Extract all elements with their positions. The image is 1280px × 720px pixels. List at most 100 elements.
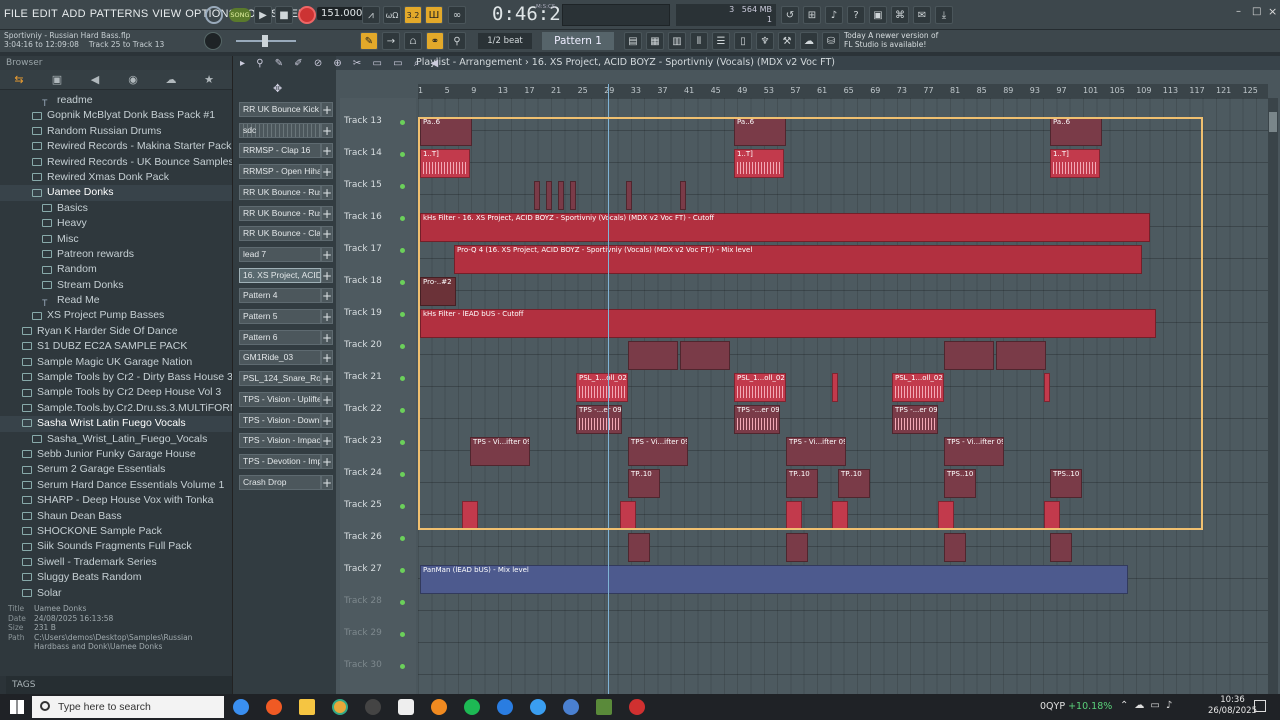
picker-header-icon[interactable]: ✥ (273, 82, 282, 95)
brave-icon[interactable] (266, 699, 282, 715)
plugin-icon[interactable]: ⌘ (891, 6, 909, 24)
playlist-clip[interactable] (620, 501, 636, 530)
pattern-item[interactable]: lead 7 (239, 246, 321, 262)
track-mute-led[interactable] (400, 408, 405, 413)
playlist-clip[interactable] (626, 181, 632, 210)
cortana-icon[interactable] (233, 699, 249, 715)
playlist-clip[interactable] (628, 533, 650, 562)
file-explorer-icon[interactable] (299, 699, 315, 715)
pattern-item[interactable]: 16. XS Project, ACID B... (239, 267, 321, 283)
playlist-clip[interactable]: Pro-Q 4 (16. XS Project, ACID BOYZ - Spo… (454, 245, 1142, 274)
folder-item[interactable]: Sasha Wrist Latin Fuego Vocals (0, 416, 232, 432)
track-mute-led[interactable] (400, 472, 405, 477)
pattern-item[interactable]: Pattern 6 (239, 329, 321, 345)
pattern-item[interactable]: TPS - Vision - Impac... (239, 433, 321, 449)
track-mute-led[interactable] (400, 600, 405, 605)
folder-item[interactable]: Random Russian Drums (0, 124, 232, 139)
add-pattern-icon[interactable]: + (321, 412, 333, 428)
folder-item[interactable]: Sample.Tools.by.Cr2.Dru.ss.3.MULTiFORMAT… (0, 401, 232, 416)
notification-icon[interactable] (1254, 700, 1266, 712)
playlist-clip[interactable]: PSL_1...oll_02 (576, 373, 628, 402)
track-mute-led[interactable] (400, 152, 405, 157)
add-pattern-icon[interactable]: + (321, 143, 333, 159)
folder-item[interactable]: S1 DUBZ EC2A SAMPLE PACK (0, 339, 232, 354)
track-mute-led[interactable] (400, 376, 405, 381)
playlist-clip[interactable]: Pa..6 (734, 117, 786, 146)
pattern-item[interactable]: RR UK Bounce - Russ... (239, 184, 321, 200)
browser-tab-cloud-icon[interactable]: ☁ (152, 70, 190, 89)
project-icon[interactable]: ▯ (734, 32, 752, 50)
add-pattern-icon[interactable]: + (321, 371, 333, 387)
playlist-clip[interactable]: PanMan (lEAD bUS) - Mix level (420, 565, 1128, 594)
minecraft-icon[interactable] (596, 699, 612, 715)
folder-item[interactable]: Shaun Dean Bass (0, 509, 232, 524)
add-pattern-icon[interactable]: + (321, 164, 333, 180)
folder-item[interactable]: Solar (0, 586, 232, 601)
folder-item[interactable]: XS Project Pump Basses (0, 308, 232, 323)
playlist-clip[interactable] (680, 341, 730, 370)
pattern-item[interactable]: Crash Drop (239, 474, 321, 490)
playlist-clip[interactable] (938, 501, 954, 530)
folder-item[interactable]: Sample Magic UK Garage Nation (0, 355, 232, 370)
add-pattern-icon[interactable]: + (321, 391, 333, 407)
track-mute-led[interactable] (400, 184, 405, 189)
add-pattern-icon[interactable]: + (321, 288, 333, 304)
windows-start-icon[interactable] (10, 700, 24, 714)
folder-item[interactable]: Stream Donks (0, 278, 232, 293)
folder-item[interactable]: Serum 2 Garage Essentials (0, 462, 232, 477)
playlist-clip[interactable]: Pro-..#2 (420, 277, 456, 306)
folder-item[interactable]: Sasha_Wrist_Latin_Fuego_Vocals (0, 432, 232, 447)
browser-tab-all-icon[interactable]: ⇆ (0, 70, 38, 89)
add-pattern-icon[interactable]: + (321, 350, 333, 366)
playlist-clip[interactable]: TPS -...er 09 (892, 405, 938, 434)
save-icon[interactable]: ▣ (869, 6, 887, 24)
folder-item[interactable]: Rewired Records - Makina Starter Pack (0, 139, 232, 154)
arrangement-grid[interactable]: Pa..6 Pa..6 Pa..6 1..T] 1..T] 1..T] kHs Filter… (418, 98, 1268, 694)
playlist-clip[interactable] (832, 501, 848, 530)
stop-button[interactable]: ■ (275, 6, 293, 24)
tray-icons[interactable]: ⌃☁▭♪ (1120, 700, 1178, 711)
pattern-item[interactable]: RR UK Bounce - Class... (239, 226, 321, 242)
menu-add[interactable]: ADD (62, 8, 86, 20)
folder-item[interactable]: Ryan K Harder Side Of Dance (0, 324, 232, 339)
link-icon[interactable]: ⚭ (426, 32, 444, 50)
playlist-clip[interactable] (534, 181, 540, 210)
browser-view-icon[interactable]: ☰ (712, 32, 730, 50)
tags-bar[interactable]: TAGS (6, 676, 232, 694)
playlist-clip[interactable] (786, 501, 802, 530)
channel-rack-icon[interactable]: ▦ (646, 32, 664, 50)
add-pattern-icon[interactable]: + (321, 205, 333, 221)
browser-tab-plugins-icon[interactable]: ◀ (76, 70, 114, 89)
pattern-item[interactable]: Pattern 5 (239, 309, 321, 324)
playlist-clip[interactable] (832, 373, 838, 402)
app-icon-3[interactable] (563, 699, 579, 715)
playlist-clip[interactable] (944, 341, 994, 370)
playlist-clip[interactable] (546, 181, 552, 210)
menu-edit[interactable]: EDIT (32, 8, 58, 20)
app-icon-4[interactable] (629, 699, 645, 715)
browser-tab-current-icon[interactable]: ◉ (114, 70, 152, 89)
playlist-clip[interactable] (786, 533, 808, 562)
track-mute-led[interactable] (400, 504, 405, 509)
pattern-item[interactable]: RRMSP - Clap 16 (239, 143, 321, 159)
folder-item[interactable]: Siik Sounds Fragments Full Pack (0, 539, 232, 554)
play-button[interactable]: ▶ (254, 6, 272, 24)
playlist-clip[interactable]: 1..T] (734, 149, 784, 178)
playlist-clip[interactable]: TPS -...er 09 (576, 405, 622, 434)
browser-tab-project-icon[interactable]: ▣ (38, 70, 76, 89)
folder-item[interactable]: Heavy (0, 216, 232, 231)
undo-icon[interactable]: ↺ (781, 6, 799, 24)
vertical-scrollbar[interactable] (1268, 98, 1278, 694)
pattern-item[interactable]: Pattern 4 (239, 288, 321, 304)
pattern-item[interactable]: RR UK Bounce Kick 1 (239, 102, 321, 117)
playlist-clip[interactable]: TPS..10 (1050, 469, 1082, 498)
mixer-view-icon[interactable]: ⫴ (690, 32, 708, 50)
folder-item[interactable]: Sebb Junior Funky Garage House (0, 447, 232, 462)
add-pattern-icon[interactable]: + (321, 246, 333, 262)
close-icon[interactable]: × (1268, 5, 1277, 18)
track-mute-led[interactable] (400, 312, 405, 317)
master-volume-knob[interactable] (204, 32, 222, 50)
playlist-clip[interactable]: TPS - Vi...ifter 09 (470, 437, 530, 466)
folder-item[interactable]: Gopnik McBlyat Donk Bass Pack #1 (0, 108, 232, 123)
playlist-clip[interactable] (462, 501, 478, 530)
